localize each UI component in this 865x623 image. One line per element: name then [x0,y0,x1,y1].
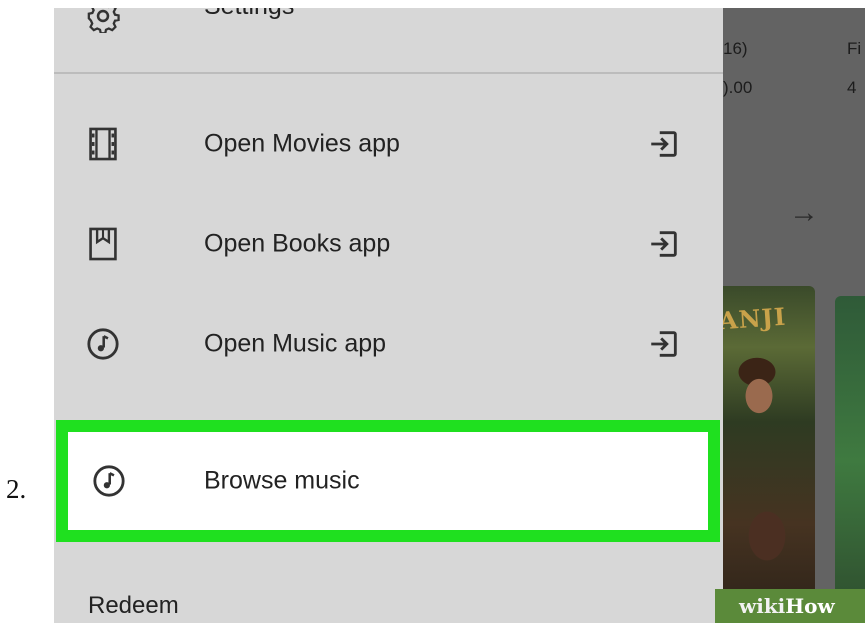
bg-text: 4 [847,78,857,97]
drawer-item-settings[interactable]: Settings [54,8,723,46]
watermark-text: How [785,594,835,618]
drawer-item-open-books[interactable]: Open Books app [54,194,723,294]
music-note-icon [92,464,126,498]
open-external-icon [647,327,681,361]
bg-text: Fi [847,39,862,58]
gear-icon [86,8,120,33]
drawer-item-open-movies[interactable]: Open Movies app [54,94,723,194]
step-number: 2. [6,474,27,504]
arrow-right-icon: → [789,196,819,229]
movie-poster [835,296,865,623]
drawer-item-browse-music[interactable]: Browse music [68,432,708,530]
highlight-box: Browse music [56,420,720,542]
watermark-text: wiki [739,594,786,618]
film-icon [86,127,120,161]
bookmark-book-icon [86,227,120,261]
watermark-logo: wikiHow [715,589,865,623]
drawer-item-label: Open Books app [204,229,391,258]
navigation-drawer: Settings Open Movies app [54,8,723,623]
app-screenshot: 16) ).00 Fi 4 → ANJI Settings [54,8,865,623]
bg-text: 16) [723,39,748,58]
drawer-item-open-music[interactable]: Open Music app [54,294,723,394]
open-external-icon [647,227,681,261]
music-note-icon [86,327,120,361]
movie-poster: ANJI [723,286,815,623]
drawer-item-label: Open Movies app [204,129,400,158]
open-external-icon [647,127,681,161]
drawer-item-redeem[interactable]: Redeem [88,592,179,620]
drawer-item-label: Browse music [204,466,360,495]
divider [54,72,723,74]
drawer-item-label: Open Music app [204,329,387,358]
poster-title: ANJI [723,301,788,336]
bg-text: ).00 [723,78,753,97]
drawer-item-label: Settings [204,8,294,21]
background-app: 16) ).00 Fi 4 → ANJI [723,8,865,623]
